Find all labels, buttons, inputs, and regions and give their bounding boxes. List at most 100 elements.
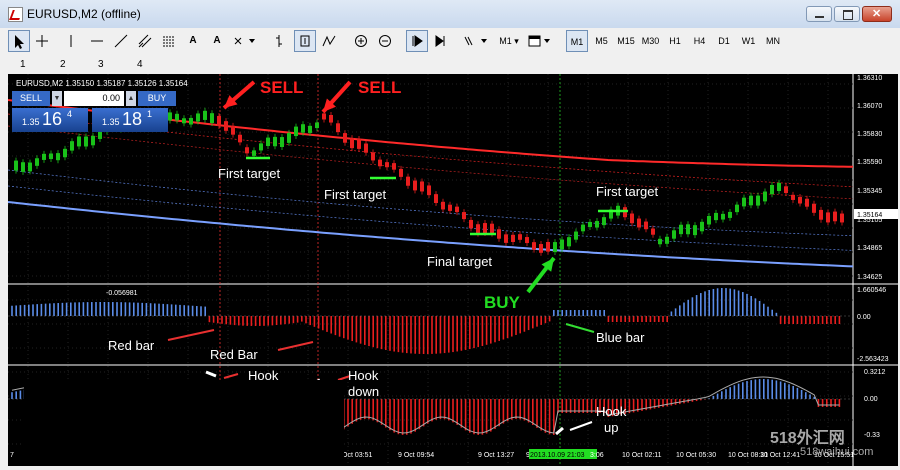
chevron-up-icon: ▲: [127, 95, 135, 102]
candle-body: [756, 195, 760, 206]
candle-body: [343, 133, 347, 143]
candle-body: [693, 225, 697, 236]
indicator-wave-icon: [322, 35, 336, 47]
candle-body: [357, 139, 361, 149]
candle-body: [455, 206, 459, 213]
arrows-dropdown-icon: [234, 37, 255, 45]
candle-body: [574, 231, 578, 240]
price-tick-label: 1.36070: [857, 103, 882, 110]
candle-body: [483, 223, 487, 233]
candle-body: [21, 162, 25, 172]
scroll-end-button[interactable]: [432, 30, 450, 52]
timeframe-h1-button[interactable]: H1: [664, 30, 686, 52]
templates-button[interactable]: [462, 30, 490, 52]
hook-up-label: Hook: [596, 404, 627, 419]
ask-price-box[interactable]: 1.35 18 1: [92, 108, 168, 132]
hook-down-label-2b: down: [348, 384, 379, 399]
candle-body: [518, 234, 522, 240]
indicator1-value-label: -0.056981: [106, 290, 138, 297]
candle-body: [427, 185, 431, 196]
period-separator-button[interactable]: [270, 30, 288, 52]
chart-type-dropdown[interactable]: [526, 30, 552, 52]
autoscroll-button[interactable]: [406, 30, 428, 52]
watermark-url: 518waihui.com: [800, 446, 874, 458]
candle-body: [840, 213, 844, 223]
candle-body: [385, 162, 389, 168]
lot-increase-button[interactable]: ▲: [126, 91, 136, 106]
candle-body: [581, 224, 585, 232]
candle-body: [833, 211, 837, 222]
crosshair-tool-button[interactable]: [33, 30, 51, 52]
text-tool-button[interactable]: A: [184, 30, 202, 52]
toolbar-number-3: 3: [98, 59, 104, 70]
channel-button[interactable]: [136, 30, 154, 52]
candle-body: [448, 204, 452, 211]
candle-body: [42, 153, 46, 160]
trendline-button[interactable]: [112, 30, 130, 52]
candle-body: [371, 152, 375, 161]
lot-decrease-button[interactable]: ▼: [52, 91, 62, 106]
timeframe-w1-button[interactable]: W1: [738, 30, 760, 52]
horizontal-line-button[interactable]: [88, 30, 106, 52]
candle-body: [77, 136, 81, 147]
candle-body: [70, 141, 74, 151]
candle-body: [203, 110, 207, 120]
candle-body: [329, 115, 333, 123]
bid-sup: 4: [67, 109, 73, 119]
ask-prefix: 1.35: [102, 117, 120, 127]
close-button[interactable]: [862, 6, 892, 22]
zoom-out-button[interactable]: [376, 30, 394, 52]
candle-body: [700, 221, 704, 232]
zoom-out-icon: [379, 35, 391, 47]
candle-body: [532, 242, 536, 250]
vertical-line-button[interactable]: [62, 30, 80, 52]
cursor-tool-button[interactable]: [8, 30, 30, 52]
bid-price-box[interactable]: 1.35 16 4: [12, 108, 88, 132]
candle-body: [602, 217, 606, 226]
ask-big: 18: [122, 109, 143, 129]
candle-body: [812, 203, 816, 213]
candle-body: [665, 236, 669, 244]
maximize-button[interactable]: [834, 6, 860, 22]
candle-body: [56, 153, 60, 161]
sell-button[interactable]: SELL: [12, 91, 50, 106]
bid-big: 16: [42, 109, 63, 129]
price-tick-label: 1.34865: [857, 245, 882, 252]
candle-body: [644, 221, 648, 230]
fibonacci-button[interactable]: [160, 30, 178, 52]
zoom-in-button[interactable]: [352, 30, 370, 52]
timeframe-mn-button[interactable]: MN: [762, 30, 784, 52]
timeframe-dropdown[interactable]: M1 ▾: [496, 30, 522, 52]
candle-body: [791, 194, 795, 200]
buy-button[interactable]: BUY: [138, 91, 176, 106]
candle-body: [84, 136, 88, 147]
minimize-button[interactable]: [806, 6, 832, 22]
candle-body: [189, 117, 193, 125]
timeframe-m15-button[interactable]: M15: [615, 30, 637, 52]
candle-body: [588, 221, 592, 228]
indicator1-tick-label: 0.00: [857, 314, 871, 321]
one-click-trading-panel: SELL ▼ 0.00 ▲ BUY 1.35 16 4 1.35 18 1: [12, 91, 176, 133]
timeframe-h4-button[interactable]: H4: [689, 30, 711, 52]
candle-body: [777, 182, 781, 192]
timeframe-d1-button[interactable]: D1: [713, 30, 735, 52]
candle-body: [441, 201, 445, 210]
candle-body: [658, 238, 662, 245]
indicators-button[interactable]: [320, 30, 338, 52]
chart-shift-button[interactable]: [294, 30, 316, 52]
arrows-tool-button[interactable]: [232, 30, 258, 52]
timeframe-m30-button[interactable]: M30: [640, 30, 662, 52]
sell-label-2: SELL: [358, 78, 401, 97]
window-title: EURUSD,M2 (offline): [27, 7, 141, 21]
time-axis-label: 10 Oct 12:41: [760, 452, 800, 459]
timeframe-m5-button[interactable]: M5: [591, 30, 613, 52]
vertical-line-icon: [70, 35, 72, 47]
text-label-button[interactable]: A: [208, 30, 226, 52]
time-axis-label: 10 Oct 02:11: [622, 452, 662, 459]
lot-size-input[interactable]: 0.00: [64, 91, 124, 106]
candle-body: [210, 113, 214, 123]
timeframe-m1-button[interactable]: M1: [566, 30, 588, 52]
candle-body: [231, 125, 235, 135]
price-tick-label: 1.34625: [857, 274, 882, 281]
buy-label: BUY: [484, 293, 521, 312]
